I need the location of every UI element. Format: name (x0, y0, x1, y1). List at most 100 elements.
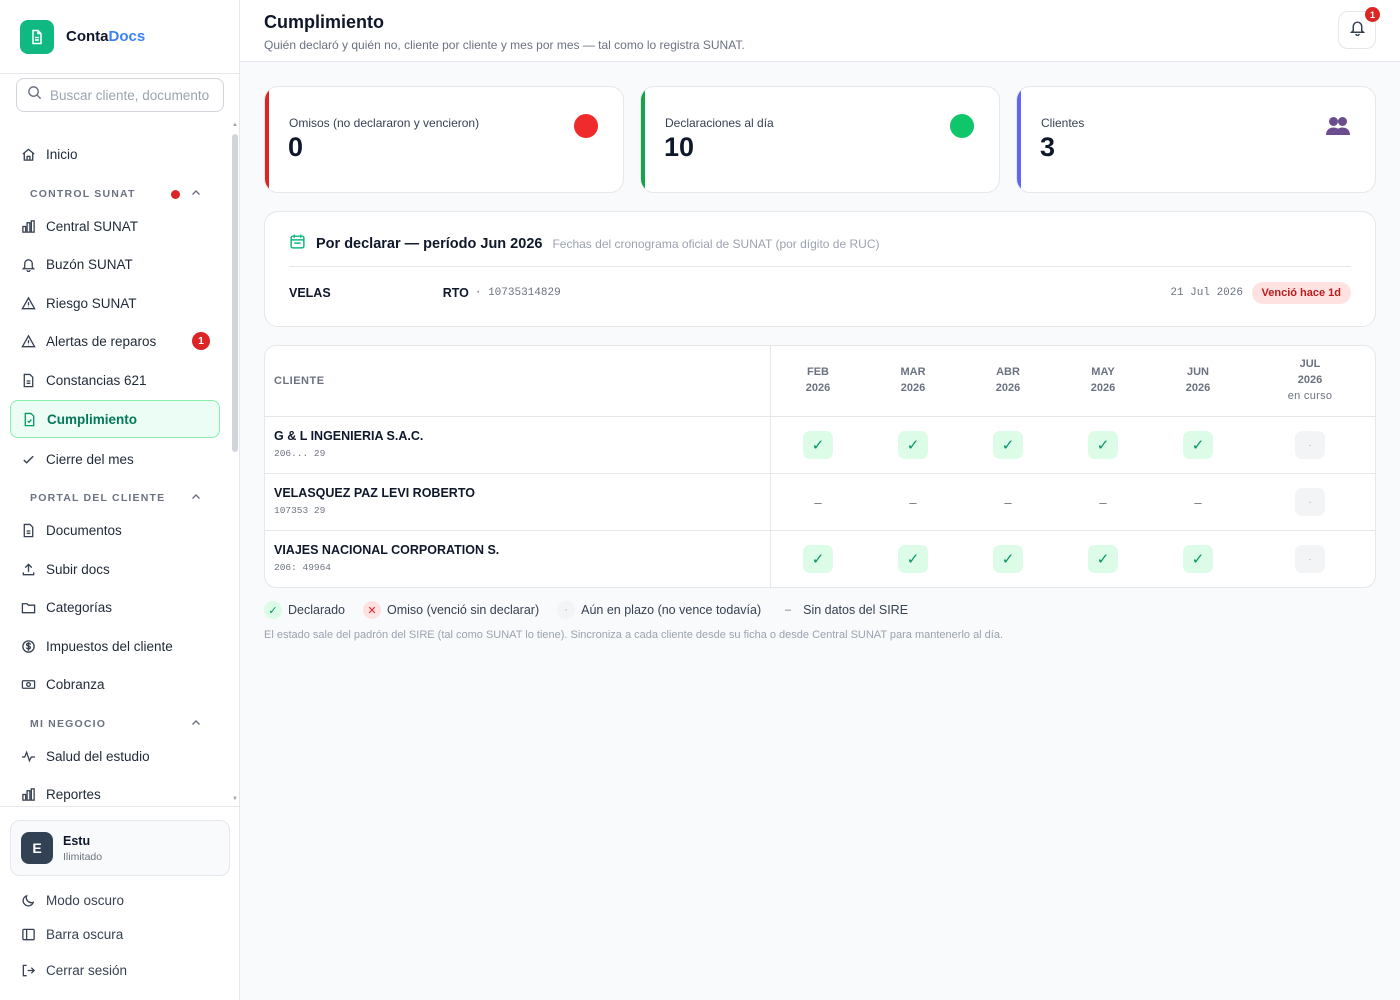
section-mi-negocio[interactable]: MI NEGOCIO (30, 718, 202, 730)
account-name: Estu (63, 833, 91, 848)
sidebar-item-central-sunat[interactable]: Central SUNAT (10, 207, 220, 245)
sidebar-footer: E Estu Ilimitado Modo oscuro Barra oscur… (0, 806, 239, 1000)
row-divider (265, 530, 1375, 531)
account-plan: Ilimitado (63, 850, 103, 863)
logout-button[interactable]: Cerrar sesión (10, 954, 220, 986)
sidebar-item-label: Reportes (46, 786, 101, 802)
stat-value: 10 (664, 132, 695, 162)
sidebar: ContaDocs Inicio CONTROL SUNAT Central S… (0, 0, 240, 1000)
status-declarado-check-icon[interactable]: ✓ (1183, 545, 1213, 573)
status-en-plazo-dot-icon[interactable]: · (1295, 488, 1325, 516)
brand[interactable]: ContaDocs (0, 0, 239, 74)
status-declarado-check-icon[interactable]: ✓ (993, 545, 1023, 573)
status-sin-datos-dash-icon[interactable]: – (993, 488, 1023, 516)
search-icon (27, 85, 42, 105)
sidebar-item-label: Buzón SUNAT (46, 256, 133, 272)
warning-icon (20, 333, 36, 349)
legend: ✓ Declarado ✕ Omiso (venció sin declarar… (264, 600, 926, 620)
status-en-plazo-dot-icon[interactable]: · (1295, 431, 1325, 459)
warning-icon (20, 295, 36, 311)
section-label: PORTAL DEL CLIENTE (30, 492, 166, 504)
sidebar-item-label: Inicio (46, 146, 78, 162)
status-declarado-check-icon[interactable]: ✓ (803, 431, 833, 459)
account-info: Estu Ilimitado (63, 834, 102, 863)
upload-icon (20, 561, 36, 577)
calendar-icon (289, 233, 306, 255)
legend-item-omiso: ✕ Omiso (venció sin declarar) (362, 601, 539, 619)
sidebar-item-documentos[interactable]: Documentos (10, 511, 220, 549)
accent-bar (265, 87, 269, 192)
stat-card-clientes: Clientes 3 (1016, 86, 1376, 193)
account-card[interactable]: E Estu Ilimitado (10, 820, 230, 876)
sidebar-item-cobranza[interactable]: Cobranza (10, 665, 220, 703)
sidebar-item-cierre-mes[interactable]: Cierre del mes (10, 440, 220, 478)
row-divider (265, 473, 1375, 474)
bar-chart-icon (20, 218, 36, 234)
home-icon (20, 146, 36, 162)
stat-card-omisos: Omisos (no declararon y vencieron) 0 (264, 86, 624, 193)
search-input[interactable] (50, 87, 210, 103)
status-declarado-check-icon[interactable]: ✓ (803, 545, 833, 573)
sidebar-item-riesgo-sunat[interactable]: Riesgo SUNAT (10, 284, 220, 322)
dark-bar-button[interactable]: Barra oscura (10, 918, 220, 950)
client-name[interactable]: VELASQUEZ PAZ LEVI ROBERTO (274, 486, 475, 500)
sidebar-item-subir-docs[interactable]: Subir docs (10, 550, 220, 588)
dark-mode-button[interactable]: Modo oscuro (10, 884, 220, 916)
bar-chart-icon (20, 786, 36, 802)
scroll-up-arrow-icon[interactable]: ▲ (232, 122, 238, 128)
sidebar-item-salud-estudio[interactable]: Salud del estudio (10, 737, 220, 775)
section-label: MI NEGOCIO (30, 718, 107, 730)
page-header: Cumplimiento Quién declaró y quién no, c… (240, 0, 1400, 62)
status-declarado-check-icon[interactable]: ✓ (898, 431, 928, 459)
sidebar-item-reportes[interactable]: Reportes (10, 775, 220, 804)
section-label: CONTROL SUNAT (30, 188, 136, 200)
x-icon: ✕ (362, 601, 381, 619)
folder-icon (20, 599, 36, 615)
file-icon (20, 372, 36, 388)
column-header-month: FEB 2026 (805, 366, 831, 394)
notifications-button[interactable]: 1 (1338, 7, 1380, 49)
status-declarado-check-icon[interactable]: ✓ (898, 545, 928, 573)
pending-header: Por declarar — período Jun 2026 Fechas d… (289, 233, 879, 255)
sidebar-scrollbar[interactable]: ▲ ▼ (231, 122, 239, 804)
client-ruc: 206... 29 (274, 448, 326, 459)
stat-value: 3 (1040, 132, 1056, 162)
status-sin-datos-dash-icon[interactable]: – (898, 488, 928, 516)
status-en-plazo-dot-icon[interactable]: · (1295, 545, 1325, 573)
status-declarado-check-icon[interactable]: ✓ (993, 431, 1023, 459)
sidebar-item-impuestos-cliente[interactable]: Impuestos del cliente (10, 627, 220, 665)
pending-row[interactable]: VELAS RTO · 10735314829 21 Jul 2026 Venci… (289, 276, 1351, 310)
sidebar-item-alertas-reparos[interactable]: Alertas de reparos 1 (10, 322, 220, 360)
status-declarado-check-icon[interactable]: ✓ (1088, 431, 1118, 459)
status-sin-datos-dash-icon[interactable]: – (1088, 488, 1118, 516)
divider (289, 266, 1351, 267)
sidebar-item-inicio[interactable]: Inicio (10, 135, 220, 173)
file-check-icon (21, 411, 37, 427)
scroll-down-arrow-icon[interactable]: ▼ (232, 796, 238, 802)
column-header-month: JUL 2026 en curso (1287, 358, 1333, 402)
scrollbar-thumb[interactable] (232, 134, 238, 452)
sidebar-item-constancias[interactable]: Constancias 621 (10, 361, 220, 399)
client-name[interactable]: VIAJES NACIONAL CORPORATION S. (274, 543, 499, 557)
status-sin-datos-dash-icon[interactable]: – (803, 488, 833, 516)
cash-icon (20, 676, 36, 692)
chevron-up-icon (190, 717, 202, 732)
status-sin-datos-dash-icon[interactable]: – (1183, 488, 1213, 516)
accent-bar (641, 87, 645, 192)
status-badge: Venció hace 1d (1251, 282, 1351, 304)
sidebar-item-label: Documentos (46, 522, 122, 538)
page-subtitle: Quién declaró y quién no, cliente por cl… (264, 38, 745, 52)
pending-declarations-card: Por declarar — período Jun 2026 Fechas d… (264, 211, 1376, 327)
sidebar-item-categorias[interactable]: Categorías (10, 588, 220, 626)
client-name[interactable]: G & L INGENIERIA S.A.C. (274, 429, 423, 443)
status-declarado-check-icon[interactable]: ✓ (1183, 431, 1213, 459)
sidebar-item-cumplimiento[interactable]: Cumplimiento (10, 400, 220, 438)
check-icon: ✓ (264, 601, 282, 619)
footnote: El estado sale del padrón del SIRE (tal … (264, 629, 1004, 641)
sidebar-item-buzon-sunat[interactable]: Buzón SUNAT (10, 245, 220, 283)
status-declarado-check-icon[interactable]: ✓ (1088, 545, 1118, 573)
sidebar-nav: Inicio CONTROL SUNAT Central SUNAT Buzón… (0, 122, 232, 804)
section-portal-cliente[interactable]: PORTAL DEL CLIENTE (30, 492, 202, 504)
section-control-sunat[interactable]: CONTROL SUNAT (30, 188, 202, 200)
legend-item-sin-datos: – Sin datos del SIRE (779, 601, 908, 619)
